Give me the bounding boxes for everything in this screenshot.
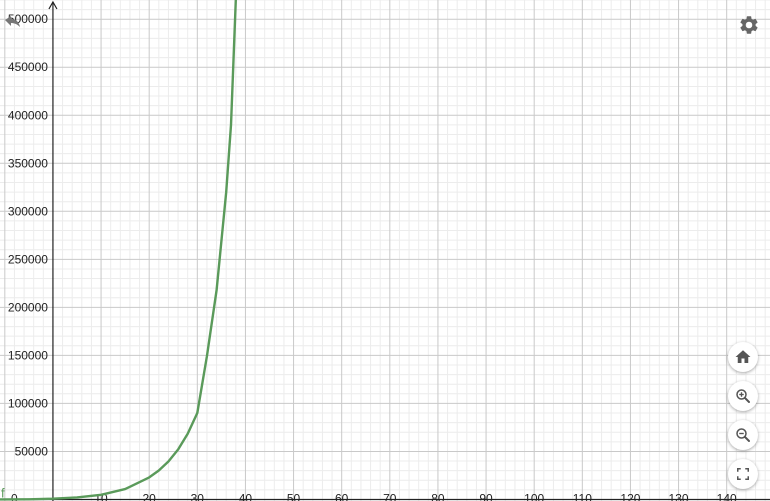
x-tick-label: 90 [479,491,493,501]
y-tick-label: 450000 [8,60,48,74]
fullscreen-button[interactable] [728,459,758,489]
major-grid [0,0,770,501]
zoom-in-button[interactable] [728,381,758,411]
x-tick-label: 140 [717,491,737,501]
x-tick-label: 110 [573,491,592,501]
y-tick-label: 100000 [8,396,48,410]
graph-canvas[interactable]: 10 20 30 40 50 60 70 80 90 100 110 120 130 1405000010… [0,0,770,501]
y-tick-label: 200000 [8,300,48,314]
zoom-out-button[interactable] [728,420,758,450]
zoom-in-icon [736,389,750,403]
x-tick-label: 120 [620,491,640,501]
y-tick-label: 400000 [8,108,48,122]
x-tick-label: 70 [383,491,397,501]
x-tick-label: 20 [143,491,157,501]
zoom-out-icon [736,428,750,442]
y-tick-label: 350000 [8,156,48,170]
x-tick-label: 80 [431,491,445,501]
home-icon [735,350,751,363]
x-tick-label: 60 [335,491,349,501]
x-tick-label: 50 [287,491,301,501]
undo-icon[interactable] [2,14,22,30]
y-tick-label: 250000 [8,252,48,266]
home-button[interactable] [728,342,758,372]
x-tick-label: 40 [239,491,253,501]
y-tick-label: 300000 [8,204,48,218]
y-tick-label: 150000 [8,348,48,362]
x-tick-label: 100 [524,491,544,501]
fullscreen-icon [737,468,749,480]
tick-labels: 10 20 30 40 50 60 70 80 90 100 110 120 130 1405000010… [8,12,737,501]
x-tick-label: 130 [669,491,689,501]
y-tick-label: 50000 [15,444,49,458]
series-label-f: f [1,485,5,500]
gear-icon[interactable] [738,14,760,36]
minor-grid [0,0,770,501]
x-tick-label: 30 [191,491,205,501]
